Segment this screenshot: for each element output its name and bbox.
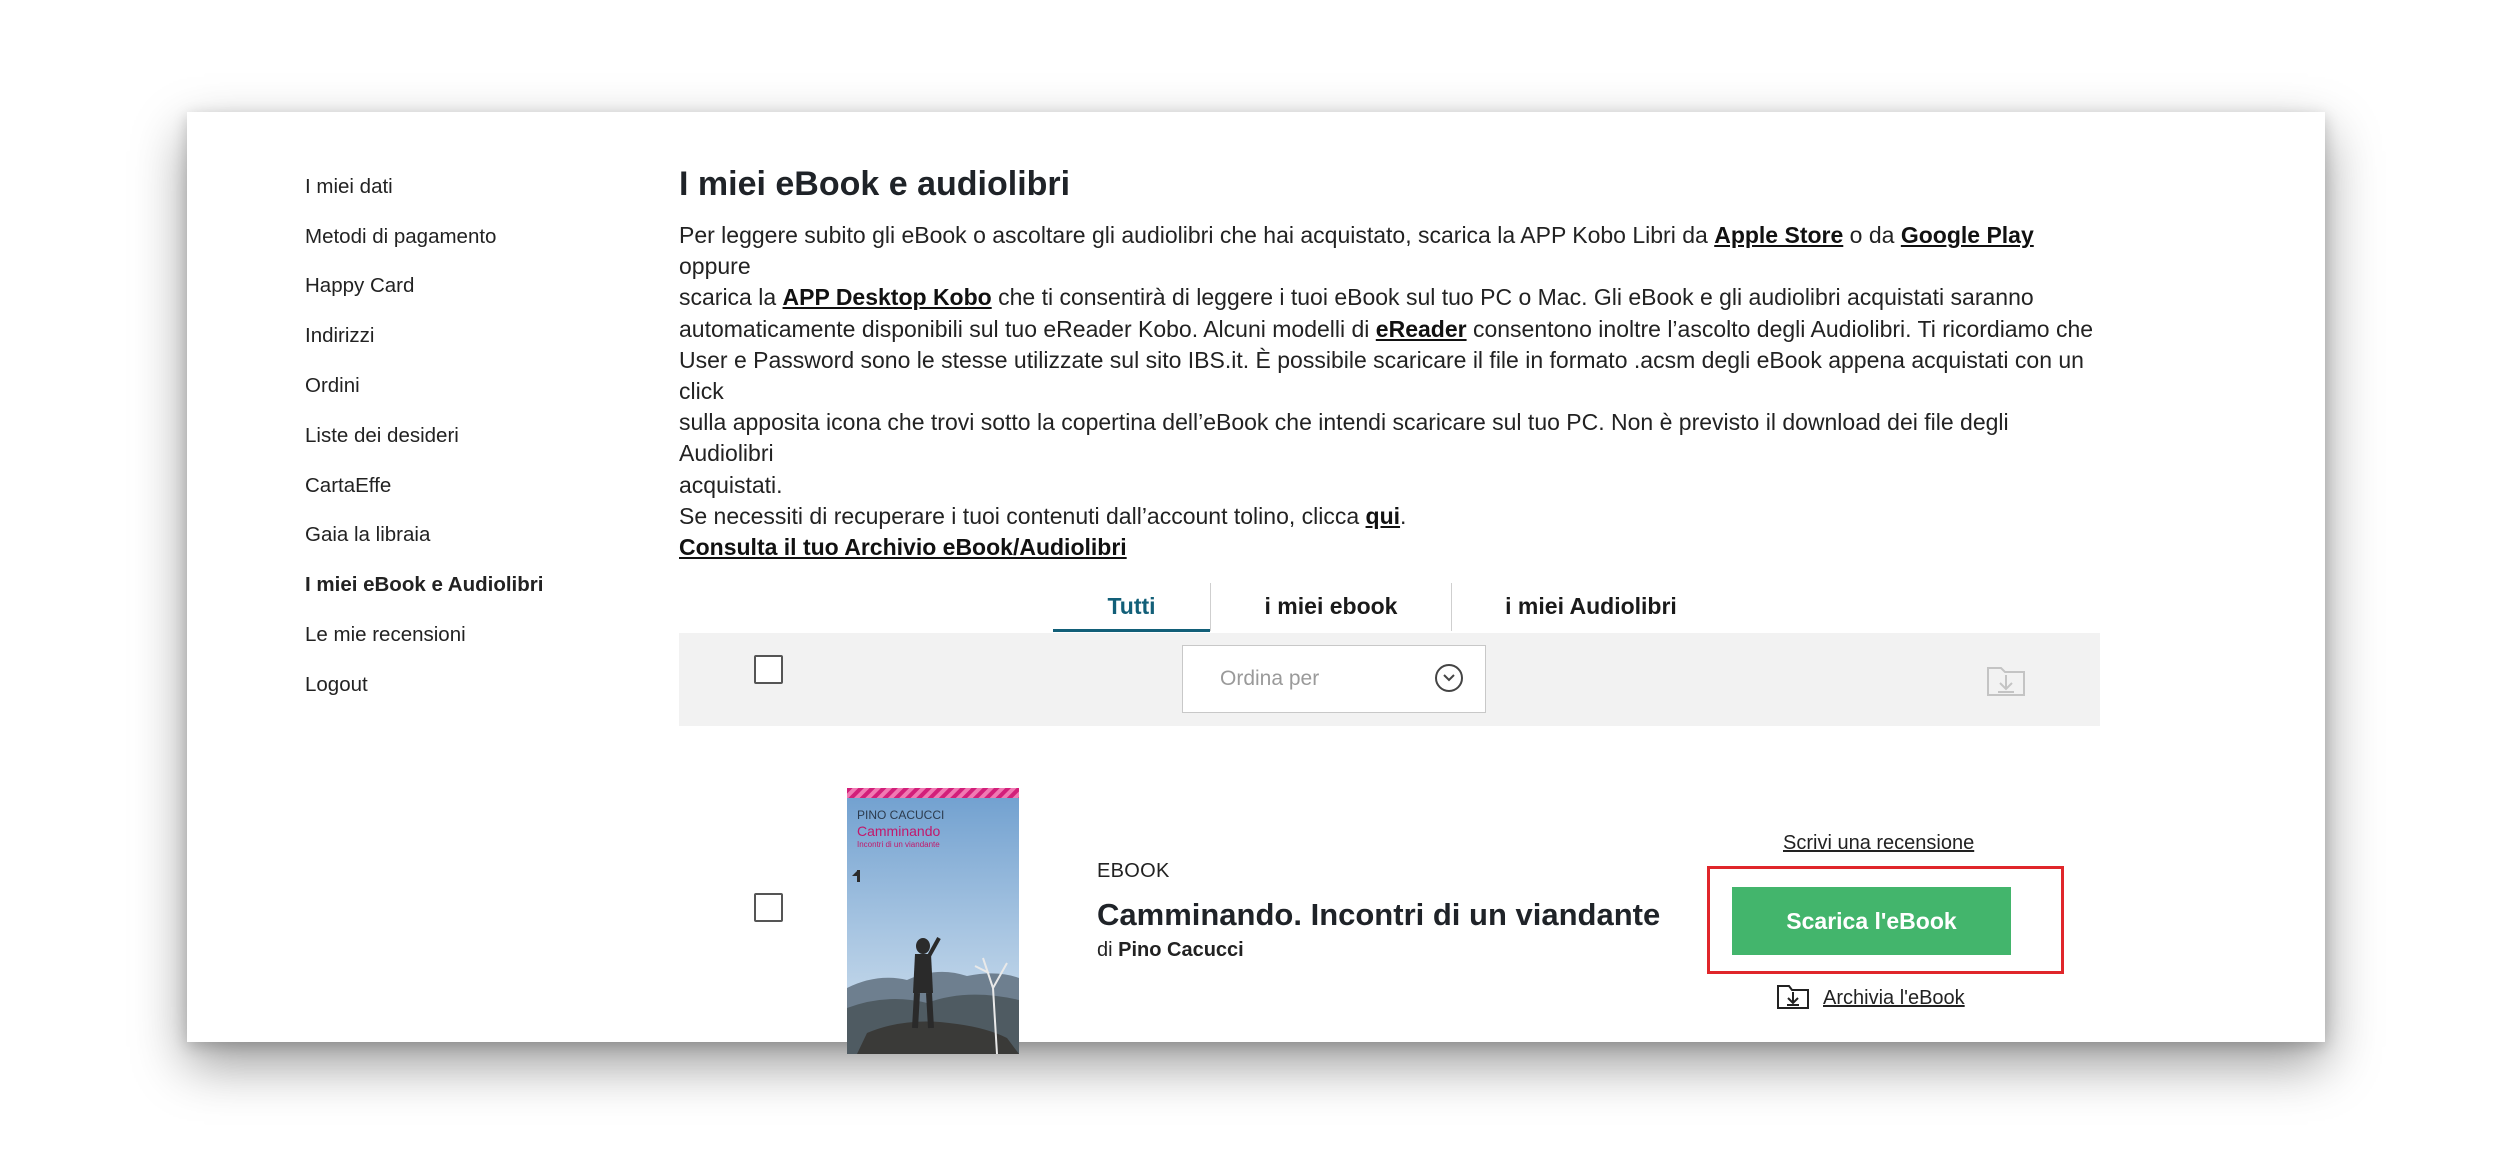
intro-text-fragment: oppure bbox=[679, 253, 751, 280]
archive-download-icon bbox=[1776, 982, 1810, 1015]
apple-store-link[interactable]: Apple Store bbox=[1714, 222, 1843, 248]
cover-title: Camminando bbox=[857, 823, 941, 839]
account-panel: I miei dati Metodi di pagamento Happy Ca… bbox=[187, 112, 2325, 1054]
intro-text-fragment: Se necessiti di recuperare i tuoi conten… bbox=[679, 502, 1366, 529]
sidebar-item-wishlists[interactable]: Liste dei desideri bbox=[305, 411, 543, 461]
download-ebook-button[interactable]: Scarica l'eBook bbox=[1732, 887, 2011, 955]
sidebar-item-reviews[interactable]: Le mie recensioni bbox=[305, 610, 543, 660]
sort-dropdown[interactable]: Ordina per bbox=[1182, 645, 1486, 713]
intro-text-fragment: Per leggere subito gli eBook o ascoltare… bbox=[679, 222, 1715, 248]
account-sidebar: I miei dati Metodi di pagamento Happy Ca… bbox=[305, 162, 543, 710]
ereader-link[interactable]: eReader bbox=[1376, 316, 1467, 342]
download-selected-icon[interactable] bbox=[1985, 660, 2027, 703]
author-name[interactable]: Pino Cacucci bbox=[1118, 939, 1244, 961]
sidebar-item-payment-methods[interactable]: Metodi di pagamento bbox=[305, 212, 543, 262]
intro-text-fragment: sulla apposita icona che trovi sotto la … bbox=[679, 409, 2009, 467]
sidebar-item-orders[interactable]: Ordini bbox=[305, 361, 543, 411]
sidebar-item-gaia[interactable]: Gaia la libraia bbox=[305, 511, 543, 561]
tolino-recover-link[interactable]: qui bbox=[1366, 503, 1401, 529]
book-author: di Pino Cacucci bbox=[1097, 939, 1660, 962]
archive-consult-link[interactable]: Consulta il tuo Archivio eBook/Audiolibr… bbox=[679, 534, 1127, 560]
content-tabs: Tutti i miei ebook i miei Audiolibri bbox=[1053, 583, 1730, 633]
app-desktop-kobo-link[interactable]: APP Desktop Kobo bbox=[783, 284, 992, 310]
intro-text-fragment: consentono inoltre l’ascolto degli Audio… bbox=[1466, 315, 2094, 342]
tab-all[interactable]: Tutti bbox=[1053, 583, 1210, 632]
intro-text-fragment: o da bbox=[1843, 222, 1901, 248]
sort-placeholder: Ordina per bbox=[1220, 667, 1320, 690]
intro-text-fragment: che ti consentirà di leggere i tuoi eBoo… bbox=[991, 284, 2034, 311]
author-prefix: di bbox=[1097, 939, 1119, 961]
intro-text-fragment: acquistati. bbox=[679, 471, 783, 498]
sidebar-item-happy-card[interactable]: Happy Card bbox=[305, 262, 543, 312]
cover-subtitle: Incontri di un viandante bbox=[857, 840, 940, 849]
book-format-label: EBOOK bbox=[1097, 860, 1170, 882]
sidebar-item-my-data[interactable]: I miei dati bbox=[305, 162, 543, 212]
cover-author: PINO CACUCCI bbox=[857, 808, 945, 822]
sidebar-item-logout[interactable]: Logout bbox=[305, 660, 543, 710]
write-review-link[interactable]: Scrivi una recensione bbox=[1783, 832, 1974, 855]
tab-my-ebooks[interactable]: i miei ebook bbox=[1211, 583, 1451, 629]
archive-ebook-label: Archivia l'eBook bbox=[1823, 987, 1965, 1009]
select-all-checkbox[interactable] bbox=[754, 655, 783, 684]
sidebar-item-addresses[interactable]: Indirizzi bbox=[305, 311, 543, 361]
book-select-checkbox[interactable] bbox=[754, 893, 783, 922]
book-info: EBOOK Camminando. Incontri di un viandan… bbox=[1097, 860, 1660, 962]
tab-my-audiobooks[interactable]: i miei Audiolibri bbox=[1452, 583, 1730, 629]
intro-text-fragment: automaticamente disponibili sul tuo eRea… bbox=[679, 315, 1376, 342]
page-title: I miei eBook e audiolibri bbox=[679, 165, 1071, 203]
sidebar-item-cartaeffe[interactable]: CartaEffe bbox=[305, 461, 543, 511]
google-play-link[interactable]: Google Play bbox=[1901, 222, 2034, 248]
intro-text: Per leggere subito gli eBook o ascoltare… bbox=[679, 220, 2104, 563]
main-content: I miei eBook e audiolibri Per leggere su… bbox=[679, 160, 2104, 1054]
archive-ebook-action[interactable]: Archivia l'eBook bbox=[1776, 982, 1965, 1015]
chevron-down-icon bbox=[1435, 664, 1463, 692]
intro-text-fragment: . bbox=[1400, 502, 1407, 529]
list-toolbar: Ordina per bbox=[679, 633, 2100, 726]
book-cover-image[interactable]: PINO CACUCCI Camminando Incontri di un v… bbox=[847, 788, 1019, 1054]
intro-text-fragment: scarica la bbox=[679, 284, 783, 311]
sidebar-item-ebooks-audiobooks[interactable]: I miei eBook e Audiolibri bbox=[305, 560, 543, 610]
book-title[interactable]: Camminando. Incontri di un viandante bbox=[1097, 897, 1660, 933]
intro-text-fragment: User e Password sono le stesse utilizzat… bbox=[679, 346, 2084, 405]
